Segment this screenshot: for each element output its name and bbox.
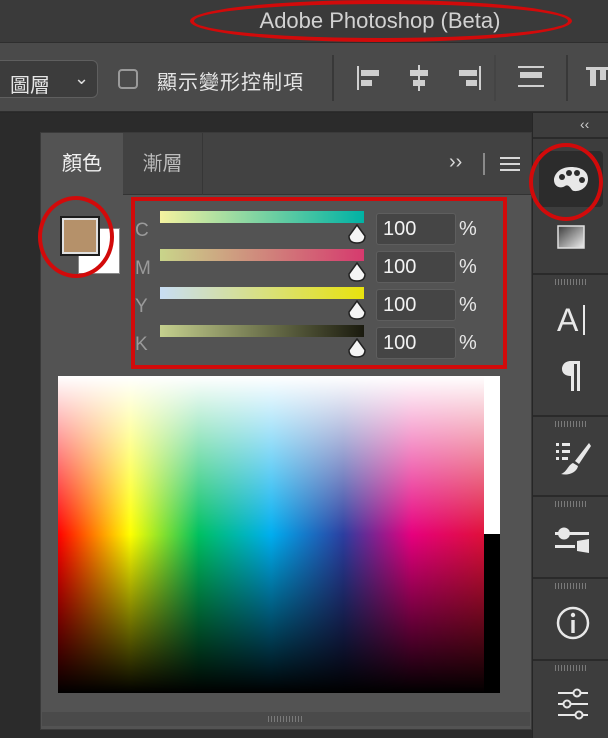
show-transform-controls-checkbox[interactable] [118, 69, 138, 89]
svg-text:A: A [557, 302, 579, 337]
align-top-edges-icon[interactable] [516, 63, 546, 93]
auto-select-target-value: 圖層 [10, 75, 50, 97]
dock-divider [533, 495, 608, 497]
tab-divider [483, 153, 485, 175]
white-swatch-strip[interactable] [484, 376, 500, 534]
dock-grip [555, 583, 587, 589]
panel-menu-icon[interactable] [499, 155, 521, 173]
swatch-highlight-circle [38, 196, 114, 278]
properties-sliders-icon [555, 527, 589, 553]
options-divider [332, 55, 334, 101]
title-highlight-oval [190, 0, 572, 42]
gradients-panel-button[interactable] [539, 209, 603, 265]
color-spectrum-ramp[interactable] [58, 376, 484, 693]
dock-divider [533, 577, 608, 579]
info-icon [556, 606, 590, 640]
align-top-icon[interactable] [584, 63, 608, 93]
dock-grip [555, 279, 587, 285]
color-panel-tabs: 顏色 漸層 ›› [41, 133, 531, 195]
dock-divider [533, 273, 608, 275]
info-panel-button[interactable] [539, 595, 603, 651]
gradient-icon [557, 225, 585, 249]
dock-divider [533, 659, 608, 661]
options-divider [494, 55, 496, 101]
grip-lines [268, 716, 304, 722]
dock-grip [555, 665, 587, 671]
brush-settings-icon [556, 443, 591, 475]
character-panel-button[interactable]: A [539, 291, 603, 347]
panel-resize-grip[interactable] [42, 712, 530, 726]
dock-divider [533, 415, 608, 417]
photoshop-window: Adobe Photoshop (Beta) 圖層 ⌄ 顯示變形控制項 顏色 漸… [0, 0, 608, 738]
options-bar: 圖層 ⌄ 顯示變形控制項 [0, 42, 608, 112]
dock-divider [533, 137, 608, 139]
show-transform-controls-label: 顯示變形控制項 [157, 72, 304, 94]
dock-grip [555, 421, 587, 427]
expand-panel-icon[interactable]: ›› [449, 151, 462, 174]
align-horizontal-centers-icon[interactable] [404, 63, 434, 93]
tab-color[interactable]: 顏色 [41, 133, 123, 195]
adjustments-icon [558, 688, 588, 720]
options-divider [566, 55, 568, 101]
dock-grip [555, 501, 587, 507]
paragraph-icon [562, 361, 580, 391]
paragraph-panel-button[interactable] [539, 349, 603, 405]
title-bar: Adobe Photoshop (Beta) [0, 0, 608, 42]
align-right-edges-icon[interactable] [454, 63, 484, 93]
tab-gradients[interactable]: 漸層 [123, 133, 203, 195]
auto-select-target-dropdown[interactable]: 圖層 ⌄ [0, 60, 98, 98]
chevron-down-icon: ⌄ [74, 68, 90, 88]
character-icon: A [557, 302, 585, 337]
properties-panel-button[interactable] [539, 511, 603, 567]
black-swatch-strip[interactable] [484, 534, 500, 693]
brush-settings-button[interactable] [539, 431, 603, 487]
adjustments-panel-button[interactable] [539, 677, 603, 733]
right-panel-dock: A [529, 113, 608, 738]
collapse-dock-icon[interactable]: ‹‹ [580, 116, 589, 132]
align-left-edges-icon[interactable] [354, 63, 384, 93]
sliders-highlight-rect [131, 197, 507, 369]
